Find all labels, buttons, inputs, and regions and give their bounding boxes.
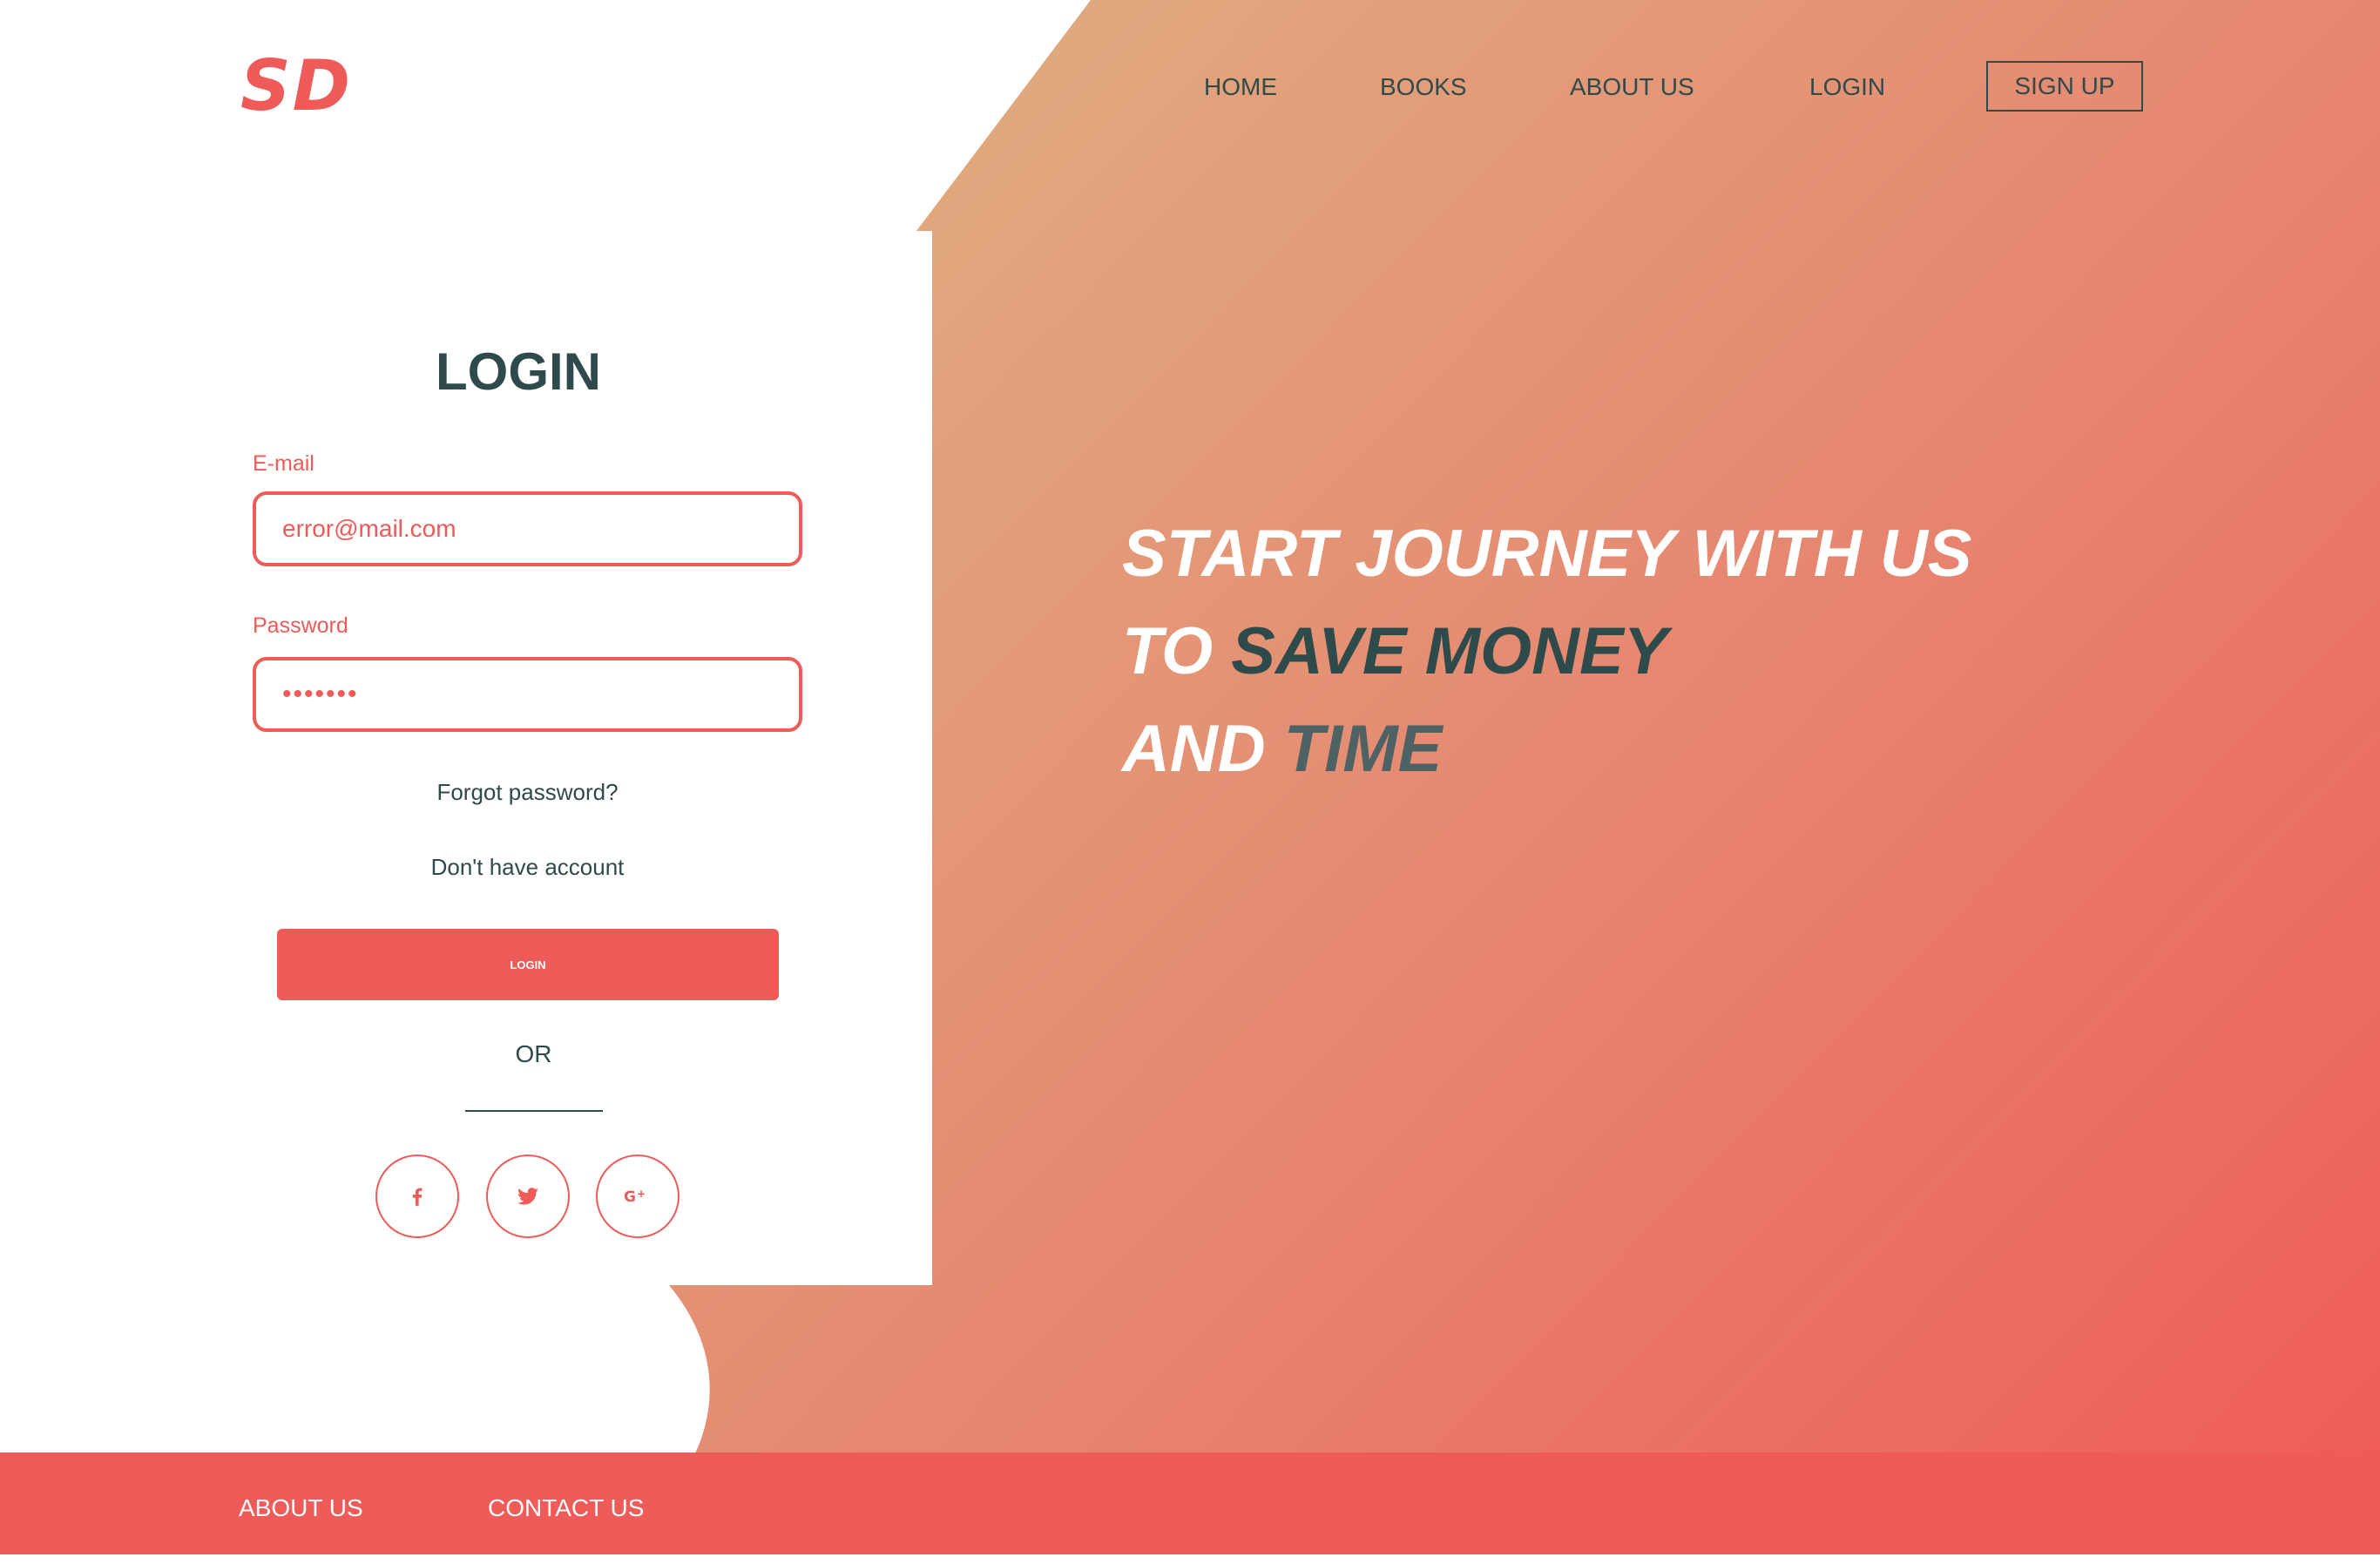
- nav-about-us[interactable]: ABOUT US: [1570, 61, 1694, 113]
- forgot-password-link[interactable]: Forgot password?: [253, 779, 802, 806]
- nav-signup-button[interactable]: SIGN UP: [1986, 61, 2143, 112]
- footer-contact-us-link[interactable]: CONTACT US: [488, 1452, 644, 1564]
- hero-line-3: AND TIME: [1122, 701, 1971, 798]
- nav-login[interactable]: LOGIN: [1809, 61, 1885, 113]
- hero-line-2: TO SAVE MONEY: [1122, 603, 1971, 701]
- hero-line-1-text: START JOURNEY WITH US: [1122, 517, 1972, 591]
- password-field[interactable]: [253, 657, 802, 732]
- hero-line-1: START JOURNEY WITH US: [1122, 505, 1971, 603]
- hero-line-2-prefix: TO: [1122, 614, 1232, 688]
- hero-line-3-highlight: TIME: [1283, 712, 1443, 786]
- or-divider-text: OR: [515, 1040, 552, 1067]
- google-plus-login-button[interactable]: G +: [596, 1154, 680, 1238]
- email-label: E-mail: [253, 451, 314, 476]
- svg-text:G: G: [624, 1188, 636, 1206]
- hero-line-3-prefix: AND: [1122, 712, 1284, 786]
- facebook-icon: [412, 1188, 423, 1206]
- google-plus-icon: G +: [624, 1188, 646, 1206]
- svg-text:+: +: [637, 1188, 646, 1200]
- brand-logo[interactable]: SD: [240, 45, 352, 126]
- password-label: Password: [253, 613, 348, 638]
- twitter-login-button[interactable]: [486, 1154, 570, 1238]
- nav-home[interactable]: HOME: [1204, 61, 1277, 113]
- nav-books[interactable]: BOOKS: [1380, 61, 1467, 113]
- login-submit-button[interactable]: LOGIN: [277, 929, 779, 1000]
- login-title: LOGIN: [436, 342, 601, 401]
- no-account-link[interactable]: Don't have account: [253, 854, 802, 881]
- footer-bar: ABOUT US CONTACT US: [0, 1452, 2380, 1554]
- or-divider-line: [465, 1110, 603, 1112]
- facebook-login-button[interactable]: [375, 1154, 459, 1238]
- email-field[interactable]: [253, 491, 802, 566]
- twitter-icon: [517, 1188, 538, 1205]
- hero-line-2-highlight: SAVE MONEY: [1231, 614, 1668, 688]
- footer-about-us-link[interactable]: ABOUT US: [239, 1452, 363, 1564]
- hero-tagline: START JOURNEY WITH US TO SAVE MONEY AND …: [1122, 505, 1971, 798]
